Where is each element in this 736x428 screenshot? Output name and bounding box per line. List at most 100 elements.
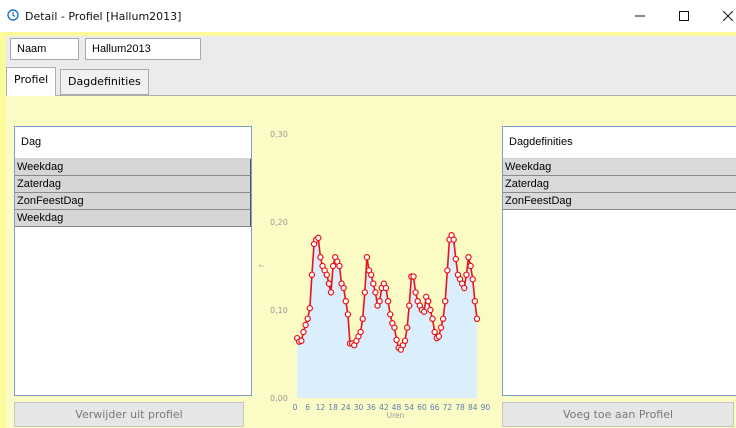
data-point: [300, 328, 307, 336]
data-point: [361, 289, 369, 296]
title-bar: Detail - Profiel [Hallum2013]: [0, 0, 736, 32]
add-to-profile-button[interactable]: Voeg toe aan Profiel: [502, 402, 734, 427]
data-point: [452, 255, 459, 263]
data-point: [391, 324, 398, 331]
data-point: [437, 324, 445, 331]
x-tick-label: 0: [293, 403, 298, 412]
data-point: [444, 267, 451, 274]
data-point: [302, 321, 309, 329]
tab-profiel[interactable]: Profiel: [6, 67, 57, 96]
name-field[interactable]: Hallum2013: [85, 38, 201, 60]
data-point: [442, 297, 449, 305]
data-point: [298, 337, 305, 344]
data-point: [406, 302, 413, 309]
data-point: [435, 333, 443, 340]
x-tick-label: 12: [316, 403, 326, 412]
data-point: [342, 297, 349, 305]
y-tick-label: 0,10: [270, 306, 288, 315]
data-point: [431, 328, 438, 336]
x-tick-label: 36: [366, 403, 376, 412]
x-tick-label: 66: [430, 403, 440, 412]
data-point: [461, 284, 468, 292]
maximize-button[interactable]: [661, 0, 707, 32]
data-point: [412, 289, 419, 296]
minimize-button[interactable]: [617, 0, 663, 32]
list-item[interactable]: ZonFeestDag: [15, 193, 251, 210]
data-point: [429, 315, 436, 322]
y-tick-label: 0,00: [270, 394, 288, 403]
x-tick-label: 78: [455, 403, 465, 412]
data-point: [410, 273, 417, 280]
data-point: [384, 297, 392, 305]
profile-day-list[interactable]: Dag Weekdag Zaterdag ZonFeestDag Weekdag: [14, 126, 252, 396]
profile-line-chart: 0,000,100,200,300 6 12 18 24 30 36 42 48 54 60 66 72…: [258, 130, 491, 420]
data-point: [473, 315, 481, 322]
data-point: [425, 297, 432, 305]
data-point: [367, 271, 375, 278]
data-point: [469, 275, 476, 283]
x-tick-label: 84: [468, 403, 478, 412]
list-item[interactable]: ZonFeestDag: [503, 193, 736, 210]
y-axis-title: ?: [258, 264, 266, 268]
name-label: Naam: [10, 38, 79, 60]
x-tick-label: 54: [404, 403, 414, 412]
data-point: [304, 315, 311, 322]
data-point: [401, 337, 409, 344]
x-tick-label: 72: [443, 403, 453, 412]
close-icon: [723, 11, 733, 21]
tab-dagdefinities[interactable]: Dagdefinities: [60, 69, 149, 95]
list-header-dag[interactable]: Dag: [15, 127, 251, 159]
data-point: [382, 284, 390, 292]
data-point: [336, 262, 343, 270]
x-tick-label: 24: [341, 403, 351, 412]
data-point: [387, 311, 394, 318]
list-item[interactable]: Weekdag: [503, 159, 736, 176]
data-point: [306, 305, 314, 312]
list-item[interactable]: Zaterdag: [503, 176, 736, 193]
data-point: [427, 306, 434, 314]
data-point: [315, 234, 322, 242]
data-point: [329, 262, 337, 270]
data-point: [363, 253, 371, 261]
data-point: [467, 262, 474, 270]
x-tick-label: 18: [328, 403, 338, 412]
data-point: [327, 289, 335, 296]
data-point: [376, 297, 383, 305]
data-point: [465, 253, 472, 261]
x-tick-label: 30: [354, 403, 364, 412]
list-item[interactable]: Weekdag: [15, 159, 251, 176]
window-title: Detail - Profiel [Hallum2013]: [25, 10, 182, 23]
data-point: [372, 289, 379, 296]
list-item[interactable]: Weekdag: [15, 210, 251, 227]
y-tick-label: 0,30: [270, 130, 288, 139]
data-point: [463, 271, 470, 278]
area-fill: [297, 235, 477, 398]
data-point: [344, 311, 352, 318]
day-definitions-list[interactable]: Dagdefinities Weekdag Zaterdag ZonFeestD…: [502, 126, 736, 396]
data-point: [450, 236, 457, 243]
x-tick-label: 90: [481, 403, 491, 412]
data-point: [393, 336, 400, 344]
list-item[interactable]: Zaterdag: [15, 176, 251, 193]
x-tick-label: 6: [305, 403, 310, 412]
list-header-dagdefinities[interactable]: Dagdefinities: [503, 127, 736, 159]
y-tick-label: 0,20: [270, 218, 288, 227]
remove-from-profile-button[interactable]: Verwijder uit profiel: [14, 402, 244, 427]
data-point: [439, 315, 447, 322]
data-point: [420, 308, 428, 315]
close-button[interactable]: [705, 0, 736, 32]
data-point: [340, 284, 347, 292]
x-tick-label: 60: [417, 403, 427, 412]
data-point: [323, 271, 330, 278]
data-point: [403, 324, 411, 331]
app-icon: [7, 9, 19, 21]
maximize-icon: [679, 11, 689, 21]
minimize-icon: [635, 15, 645, 17]
data-point: [317, 253, 324, 261]
x-axis-title: Uren: [387, 411, 405, 420]
data-point: [359, 315, 366, 322]
data-point: [357, 328, 364, 336]
data-point: [471, 297, 479, 305]
data-point: [308, 271, 316, 278]
data-point: [370, 280, 377, 287]
